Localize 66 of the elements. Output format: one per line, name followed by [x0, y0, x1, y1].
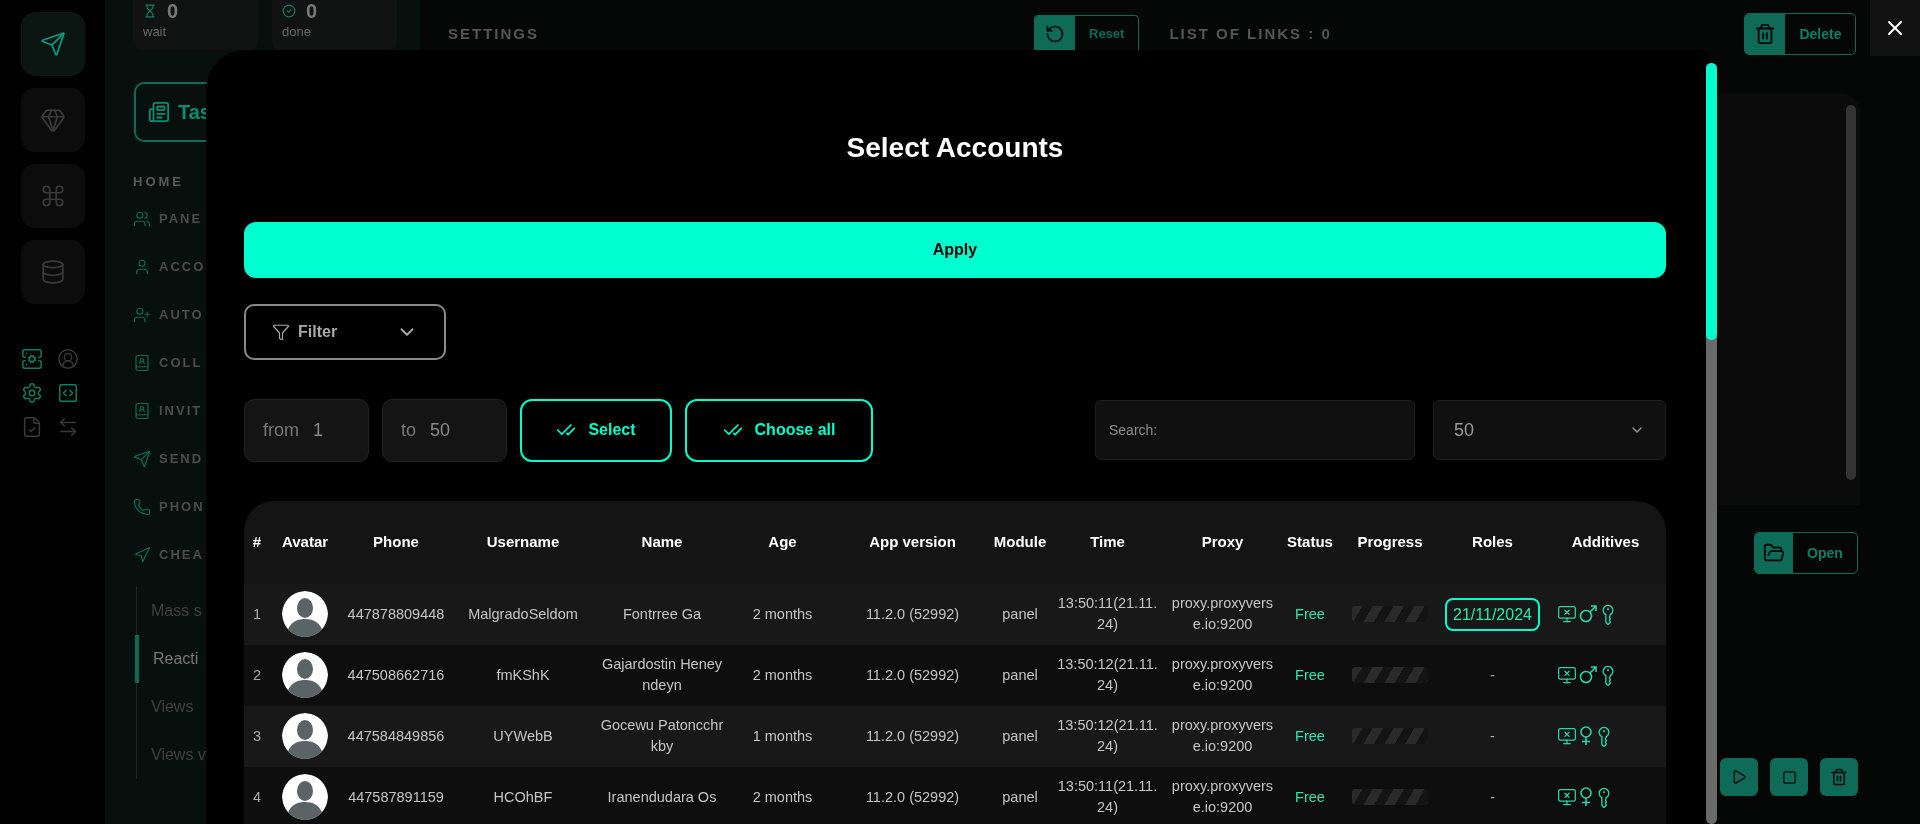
column-header: Module [990, 500, 1050, 584]
table-cell: MalgradoSeldom [452, 583, 594, 645]
column-header: App version [835, 500, 990, 584]
table-cell: Free [1280, 644, 1340, 706]
table-cell: 4 [244, 766, 270, 824]
stat-value: 0 [167, 1, 179, 21]
table-cell: 1 [244, 583, 270, 645]
settings-title: SETTINGS [448, 23, 540, 44]
stat-value: 0 [306, 1, 318, 21]
table-cell: 2 [244, 644, 270, 706]
table-cell: proxy.proxyverse.io:9200 [1165, 583, 1280, 645]
column-header: Avatar [270, 500, 340, 584]
table-cell: panel [990, 705, 1050, 767]
column-header: Progress [1340, 500, 1440, 584]
table-cell: Gajardostin Heneyndeyn [594, 644, 730, 706]
table-cell: 3 [244, 705, 270, 767]
table-cell: fmKShK [452, 644, 594, 706]
table-cell: Free [1280, 766, 1340, 824]
table-cell: panel [990, 644, 1050, 706]
table-cell: 447584849856 [340, 705, 452, 767]
column-header: Age [730, 500, 835, 584]
table-cell: 2 months [730, 583, 835, 645]
table-cell: panel [990, 583, 1050, 645]
table-cell: 447587891159 [340, 766, 452, 824]
table-cell: proxy.proxyverse.io:9200 [1165, 644, 1280, 706]
stat-label: done [282, 25, 312, 38]
dialog-title: Select Accounts [845, 132, 1065, 164]
table-cell: 11.2.0 (52992) [835, 644, 990, 706]
table-cell: 2 months [730, 766, 835, 824]
table-cell: proxy.proxyverse.io:9200 [1165, 766, 1280, 824]
table-cell: proxy.proxyverse.io:9200 [1165, 705, 1280, 767]
column-header: Name [594, 500, 730, 584]
table-cell: HCOhBF [452, 766, 594, 824]
table-cell: 13:50:12(21.11.24) [1050, 644, 1165, 706]
table-cell: - [1490, 666, 1495, 683]
table-cell: 13:50:11(21.11.24) [1050, 766, 1165, 824]
column-header: Status [1280, 500, 1340, 584]
column-header: # [244, 500, 270, 584]
table-cell: 11.2.0 (52992) [835, 705, 990, 767]
role-date-badge: 21/11/2024 [1445, 597, 1540, 631]
column-header: Proxy [1165, 500, 1280, 584]
table-cell: 13:50:11(21.11.24) [1050, 583, 1165, 645]
table-cell: - [1490, 727, 1495, 744]
table-cell: Fontrree Ga [594, 583, 730, 645]
links-title: LIST OF LINKS : 0 [1169, 23, 1333, 44]
table-cell: Free [1280, 705, 1340, 767]
column-header: Roles [1440, 500, 1545, 584]
table-cell: 11.2.0 (52992) [835, 583, 990, 645]
table-cell: Iranendudara Os [594, 766, 730, 824]
table-cell: Gocewu Patoncchrkby [594, 705, 730, 767]
table-cell: 13:50:12(21.11.24) [1050, 705, 1165, 767]
column-header: Phone [340, 500, 452, 584]
table-cell: - [1490, 788, 1495, 805]
table-cell: 447878809448 [340, 583, 452, 645]
table-cell: 1 months [730, 705, 835, 767]
table-cell: panel [990, 766, 1050, 824]
table-cell: 2 months [730, 644, 835, 706]
nav-heading: HOME [133, 173, 185, 191]
table-cell: 447508662716 [340, 644, 452, 706]
column-header: Username [452, 500, 594, 584]
table-cell: 11.2.0 (52992) [835, 766, 990, 824]
column-header: Time [1050, 500, 1165, 584]
column-header: Additives [1545, 500, 1666, 584]
table-cell: UYWebB [452, 705, 594, 767]
stat-label: wait [143, 25, 168, 38]
table-cell: Free [1280, 583, 1340, 645]
